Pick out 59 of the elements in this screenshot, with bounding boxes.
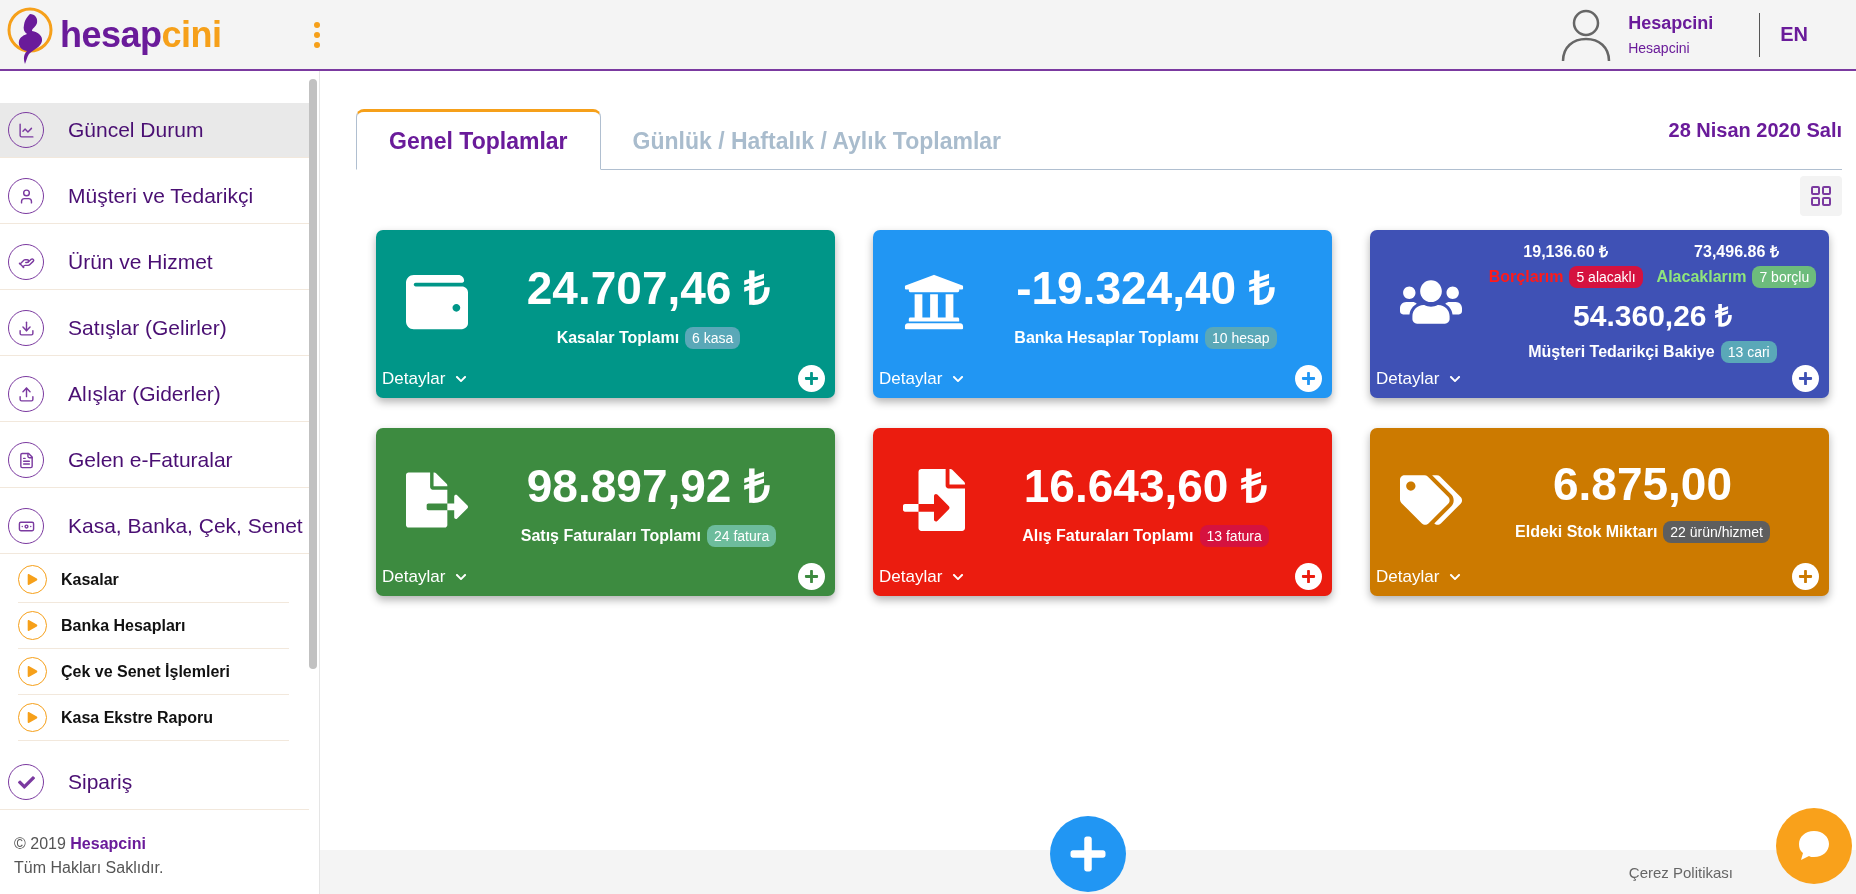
add-button[interactable]: [798, 563, 825, 590]
avatar-icon[interactable]: [1560, 7, 1613, 62]
plus-icon: [1068, 834, 1108, 874]
plus-icon: [804, 569, 819, 584]
user-name: Hesapcini: [1628, 13, 1714, 34]
copyright-text: © 2019 Hesapcini: [14, 835, 147, 853]
debt-amount: 19,136.60 ₺: [1523, 242, 1608, 262]
plus-icon: [1798, 371, 1813, 386]
language-code[interactable]: EN: [1760, 23, 1856, 46]
card-amount: 16.643,60 ₺: [1023, 458, 1268, 514]
card-amount: -19.324,40 ₺: [1016, 260, 1275, 316]
add-button[interactable]: [798, 365, 825, 392]
count-badge: 10 hesap: [1205, 326, 1277, 349]
details-toggle[interactable]: Detaylar: [382, 368, 468, 389]
card-label: Kasalar Toplamı: [556, 328, 680, 347]
scrollbar[interactable]: [309, 79, 317, 669]
logo-text: hesapcini: [60, 13, 222, 56]
debt-label: Borçlarım: [1488, 268, 1564, 286]
plus-icon: [804, 371, 819, 386]
submenu-item[interactable]: Kasalar: [18, 557, 289, 603]
sidebar-item[interactable]: Güncel Durum: [0, 103, 309, 158]
count-badge: 5 alacaklı: [1569, 266, 1643, 288]
card-label: Satış Faturaları Toplamı: [520, 526, 701, 545]
date-text: 28 Nisan 2020 Salı: [1668, 119, 1842, 142]
cookie-policy-link[interactable]: Çerez Politikası: [1628, 863, 1733, 881]
add-button[interactable]: [1792, 365, 1819, 392]
card-amount: 6.875,00: [1552, 456, 1733, 511]
plus-icon: [1301, 371, 1316, 386]
plus-icon: [1301, 569, 1316, 584]
card-amount: 24.707,46 ₺: [526, 260, 771, 316]
add-button[interactable]: [1792, 563, 1819, 590]
company-name: Hesapcini: [1628, 40, 1691, 56]
count-badge: 6 kasa: [685, 326, 741, 349]
tab[interactable]: Genel Toplamlar: [356, 109, 601, 170]
credit-label: Alacaklarım: [1656, 268, 1747, 286]
submenu-item[interactable]: Kasa Ekstre Raporu: [18, 695, 289, 741]
details-toggle[interactable]: Detaylar: [879, 566, 965, 587]
add-button[interactable]: [1295, 365, 1322, 392]
card-amount: 98.897,92 ₺: [526, 458, 771, 514]
count-badge: 24 fatura: [706, 524, 777, 547]
card-label: Banka Hesaplar Toplamı: [1014, 328, 1199, 347]
count-badge: 13 cari: [1720, 341, 1777, 363]
count-badge: 7 borçlu: [1752, 266, 1817, 288]
submenu-item[interactable]: Çek ve Senet İşlemleri: [18, 649, 289, 695]
rights-text: Tüm Hakları Saklıdır.: [14, 859, 165, 877]
menu-icon[interactable]: [313, 21, 320, 48]
details-toggle[interactable]: Detaylar: [382, 566, 468, 587]
card-amount: 54.360,26 ₺: [1573, 298, 1732, 334]
count-badge: 22 ürün/hizmet: [1663, 520, 1770, 543]
grid-view-icon[interactable]: [1800, 176, 1842, 216]
count-badge: 13 fatura: [1199, 524, 1269, 547]
submenu-item[interactable]: Banka Hesapları: [18, 603, 289, 649]
details-toggle[interactable]: Detaylar: [1376, 368, 1462, 389]
card-label: Alış Faturaları Toplamı: [1022, 526, 1194, 545]
card-label: Müşteri Tedarikçi Bakiye: [1528, 343, 1715, 361]
credit-amount: 73,496.86 ₺: [1694, 242, 1779, 262]
card-label: Eldeki Stok Miktarı: [1515, 522, 1658, 541]
plus-icon: [1798, 569, 1813, 584]
add-button[interactable]: [1295, 563, 1322, 590]
